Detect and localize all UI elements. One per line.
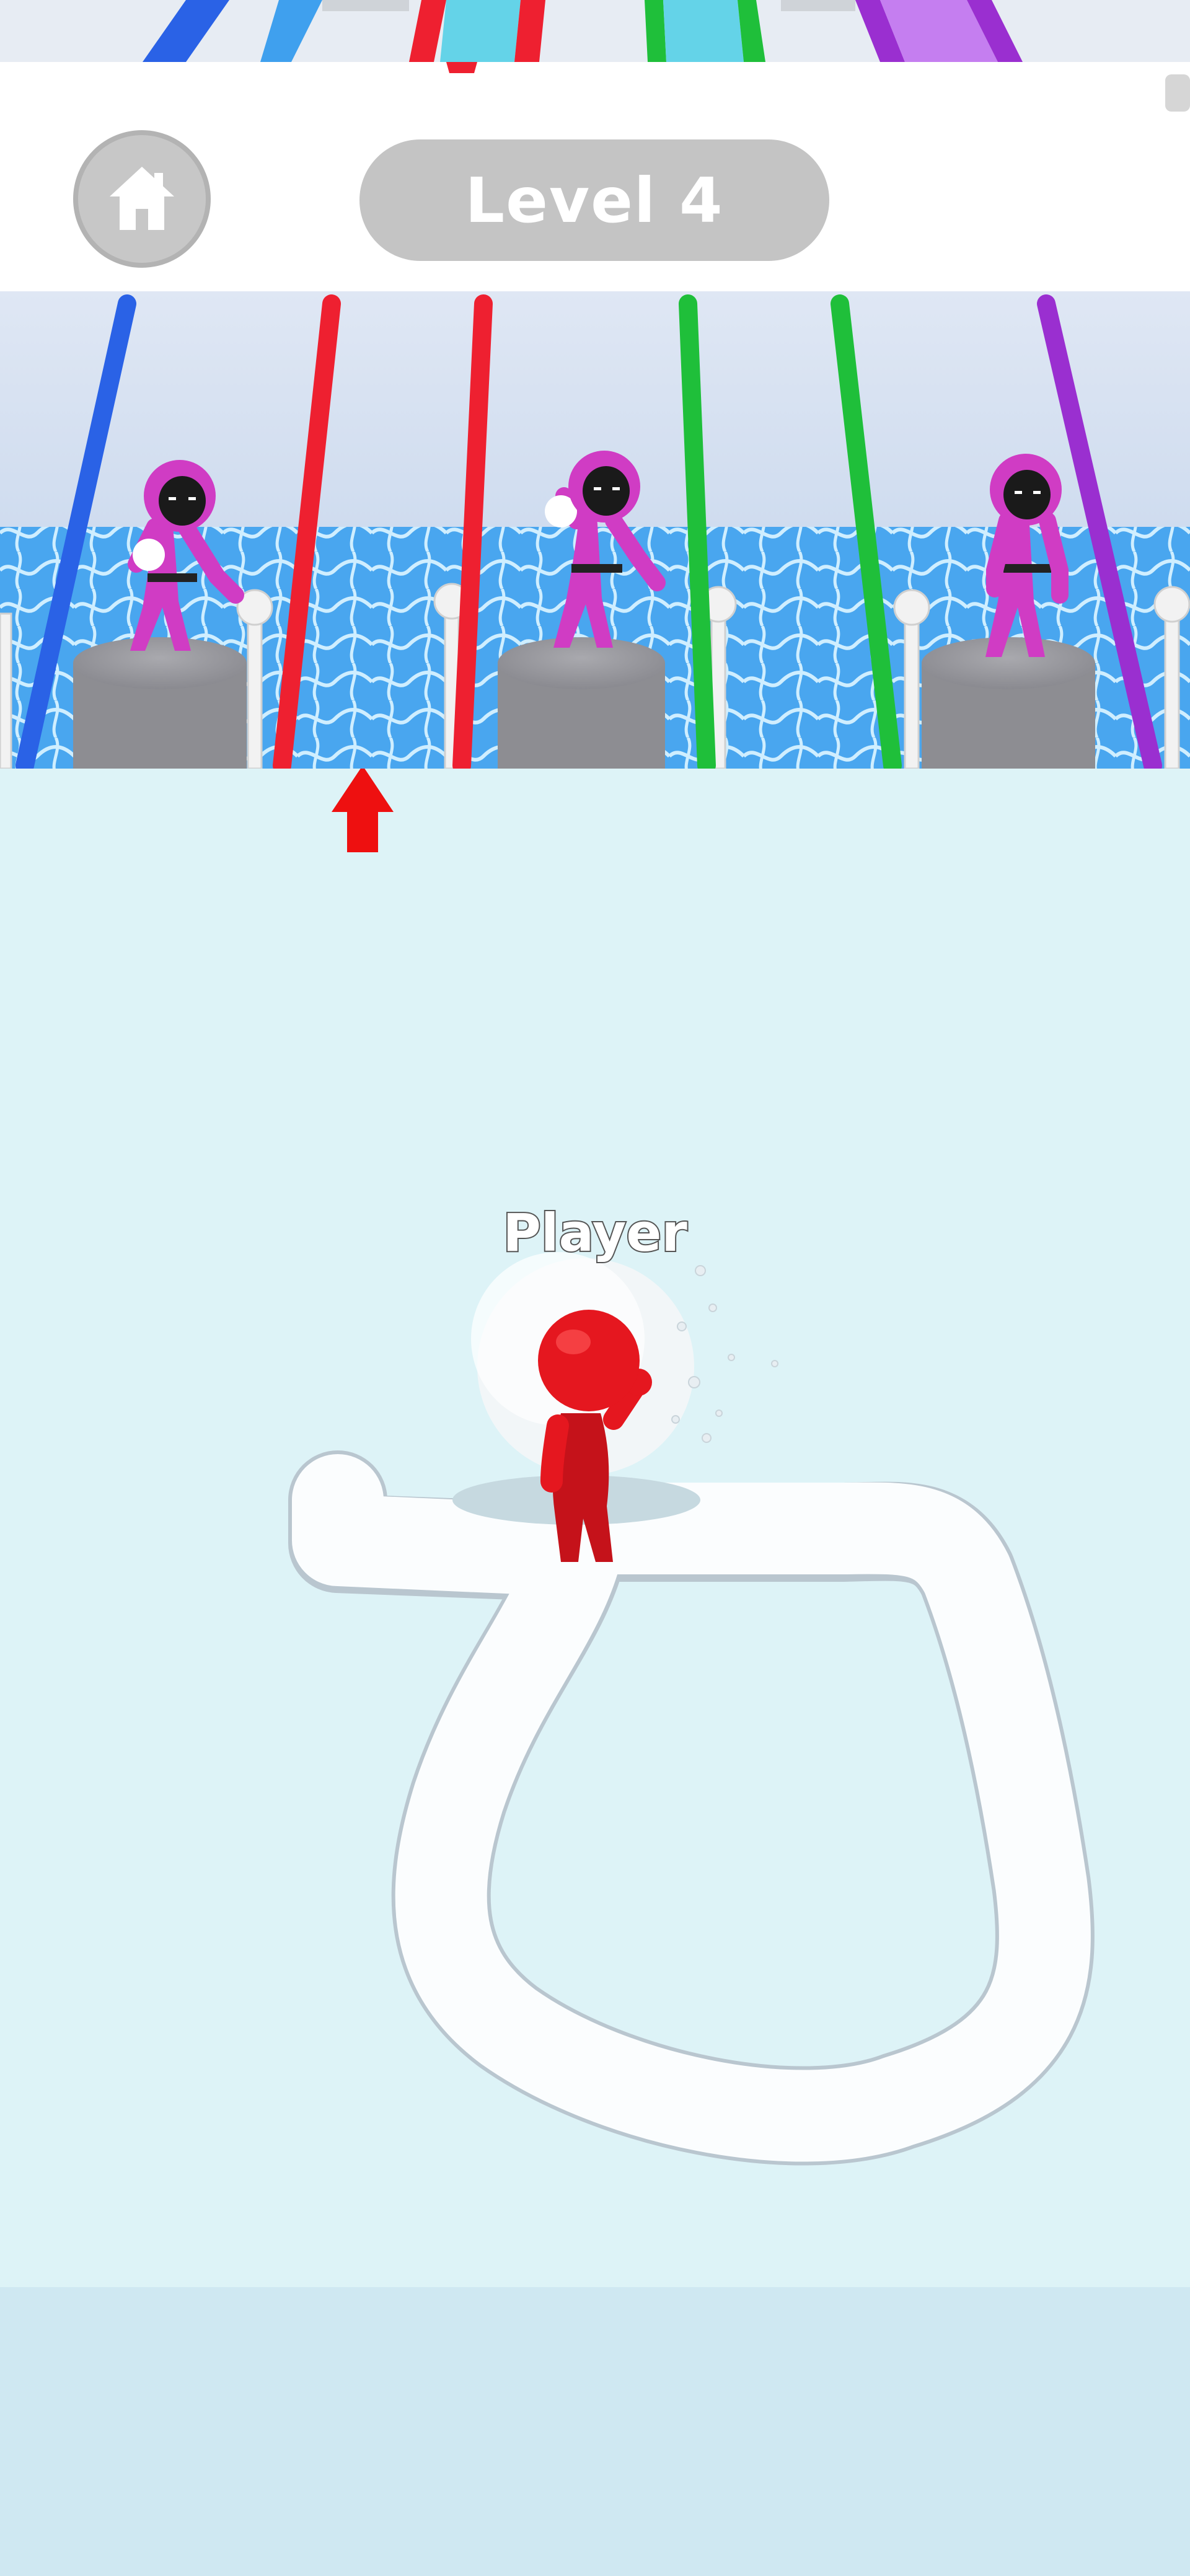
edge-prop bbox=[1165, 74, 1190, 112]
bottom-band bbox=[0, 2287, 1190, 2576]
pedestal bbox=[922, 637, 1095, 769]
play-field[interactable] bbox=[0, 769, 1190, 2287]
white-post bbox=[0, 612, 12, 769]
upcoming-lanes bbox=[0, 0, 1190, 68]
level-indicator: Level 4 bbox=[359, 139, 829, 261]
home-button[interactable] bbox=[73, 130, 211, 268]
upcoming-platform bbox=[322, 0, 409, 11]
arena bbox=[0, 291, 1190, 769]
direction-arrow-icon bbox=[332, 769, 394, 852]
arena-scene bbox=[0, 291, 1190, 769]
player-name-label: Player bbox=[501, 1201, 689, 1264]
upcoming-platform bbox=[781, 0, 855, 11]
upcoming-lane bbox=[663, 0, 744, 62]
upcoming-lanes-art bbox=[0, 0, 1190, 68]
hud-lane-marker bbox=[446, 62, 477, 73]
upcoming-lane bbox=[440, 0, 521, 62]
upcoming-green-lane bbox=[645, 0, 666, 62]
pedestal bbox=[498, 637, 665, 769]
play-field-art bbox=[288, 769, 1095, 2166]
level-label: Level 4 bbox=[465, 164, 724, 237]
pedestal bbox=[73, 637, 247, 769]
home-icon bbox=[110, 167, 174, 230]
